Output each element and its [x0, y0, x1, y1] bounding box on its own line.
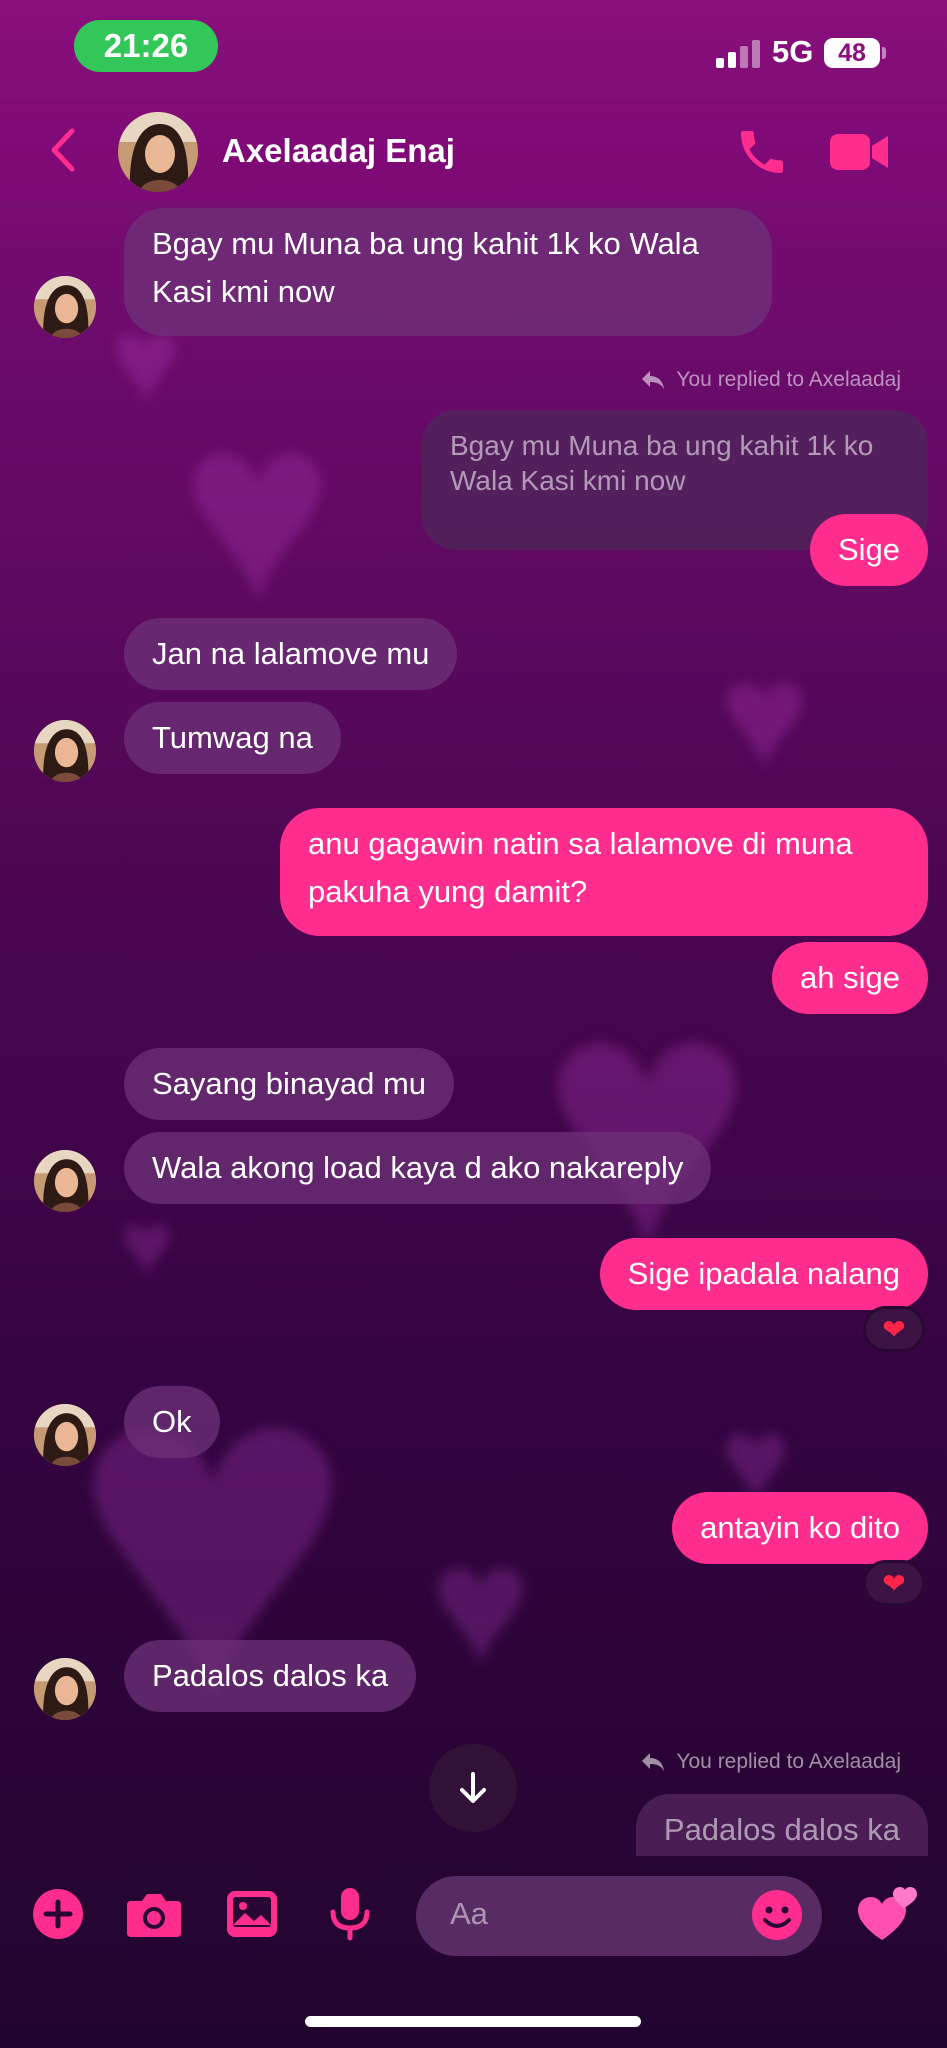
chat-header: Axelaadaj Enaj [0, 100, 947, 202]
quick-reaction-button[interactable] [856, 1882, 920, 1946]
avatar-photo [118, 112, 198, 192]
back-icon [51, 128, 75, 172]
network-label: 5G [772, 34, 814, 69]
battery-tip [882, 47, 886, 59]
avatar-photo [34, 1658, 96, 1720]
status-time: 21:26 [74, 20, 218, 72]
voice-call-button[interactable] [734, 124, 790, 180]
reply-arrow-icon [642, 371, 665, 389]
background-heart: ♥ [720, 631, 810, 799]
emoji-icon [752, 1890, 802, 1940]
battery-icon: 48 [824, 38, 880, 68]
contact-avatar[interactable] [118, 112, 198, 192]
emoji-button[interactable] [750, 1888, 804, 1942]
voice-message-button[interactable] [320, 1884, 380, 1944]
outgoing-message[interactable]: Sige ipadala nalang [599, 1238, 928, 1310]
outgoing-message[interactable]: Sige [809, 514, 928, 586]
outgoing-message[interactable]: ah sige [772, 942, 928, 1014]
reply-context-label: You replied to Axelaadaj [640, 1750, 901, 1774]
reply-label-text: You replied to Axelaadaj [676, 368, 901, 391]
phone-icon [741, 131, 783, 173]
home-indicator[interactable] [305, 2016, 641, 2027]
avatar-photo [34, 276, 96, 338]
contact-avatar-small[interactable] [34, 1150, 96, 1212]
reply-arrow-icon [642, 1753, 665, 1771]
contact-name[interactable]: Axelaadaj Enaj [222, 132, 455, 170]
incoming-message[interactable]: Wala akong load kaya d ako nakareply [124, 1132, 712, 1204]
contact-avatar-small[interactable] [34, 1658, 96, 1720]
incoming-message[interactable]: Bgay mu Muna ba ung kahit 1k ko Wala Kas… [124, 208, 772, 336]
arrow-down-icon [460, 1772, 486, 1803]
scroll-to-bottom-button[interactable] [429, 1744, 517, 1832]
incoming-message[interactable]: Sayang binayad mu [124, 1048, 455, 1120]
quoted-message[interactable]: Padalos dalos ka [635, 1794, 928, 1856]
reply-context-label: You replied to Axelaadaj [640, 368, 901, 392]
contact-avatar-small[interactable] [34, 720, 96, 782]
outgoing-message[interactable]: anu gagawin natin sa lalamove di muna pa… [280, 808, 928, 936]
reply-label-text: You replied to Axelaadaj [676, 1750, 901, 1773]
message-composer: Aa [0, 1862, 947, 1982]
video-camera-icon [830, 134, 888, 170]
avatar-photo [34, 1404, 96, 1466]
background-heart: ♥ [430, 1510, 531, 1700]
add-button[interactable] [28, 1884, 88, 1944]
back-button[interactable] [38, 122, 88, 178]
gallery-button[interactable] [222, 1884, 282, 1944]
hearts-icon [858, 1887, 917, 1940]
incoming-message[interactable]: Padalos dalos ka [124, 1640, 417, 1712]
microphone-icon [330, 1888, 370, 1941]
video-call-button[interactable] [828, 126, 890, 178]
contact-avatar-small[interactable] [34, 276, 96, 338]
contact-avatar-small[interactable] [34, 1404, 96, 1466]
incoming-message[interactable]: Tumwag na [124, 702, 341, 774]
outgoing-message[interactable]: antayin ko dito [672, 1492, 928, 1564]
background-heart: ♥ [120, 1195, 174, 1295]
incoming-message[interactable]: Jan na lalamove mu [124, 618, 458, 690]
message-input-placeholder: Aa [450, 1896, 488, 1931]
avatar-photo [34, 1150, 96, 1212]
heart-reaction-icon[interactable]: ❤ [863, 1306, 925, 1352]
heart-reaction-icon[interactable]: ❤ [863, 1560, 925, 1606]
avatar-photo [34, 720, 96, 782]
plus-icon [33, 1889, 83, 1939]
incoming-message[interactable]: Ok [124, 1386, 220, 1458]
message-input[interactable]: Aa [416, 1876, 822, 1956]
image-icon [227, 1891, 277, 1937]
camera-icon [127, 1894, 181, 1937]
signal-icon [716, 40, 762, 68]
camera-button[interactable] [124, 1884, 184, 1944]
status-bar: 21:26 5G 48 [0, 0, 947, 100]
background-heart: ♥ [180, 365, 335, 655]
